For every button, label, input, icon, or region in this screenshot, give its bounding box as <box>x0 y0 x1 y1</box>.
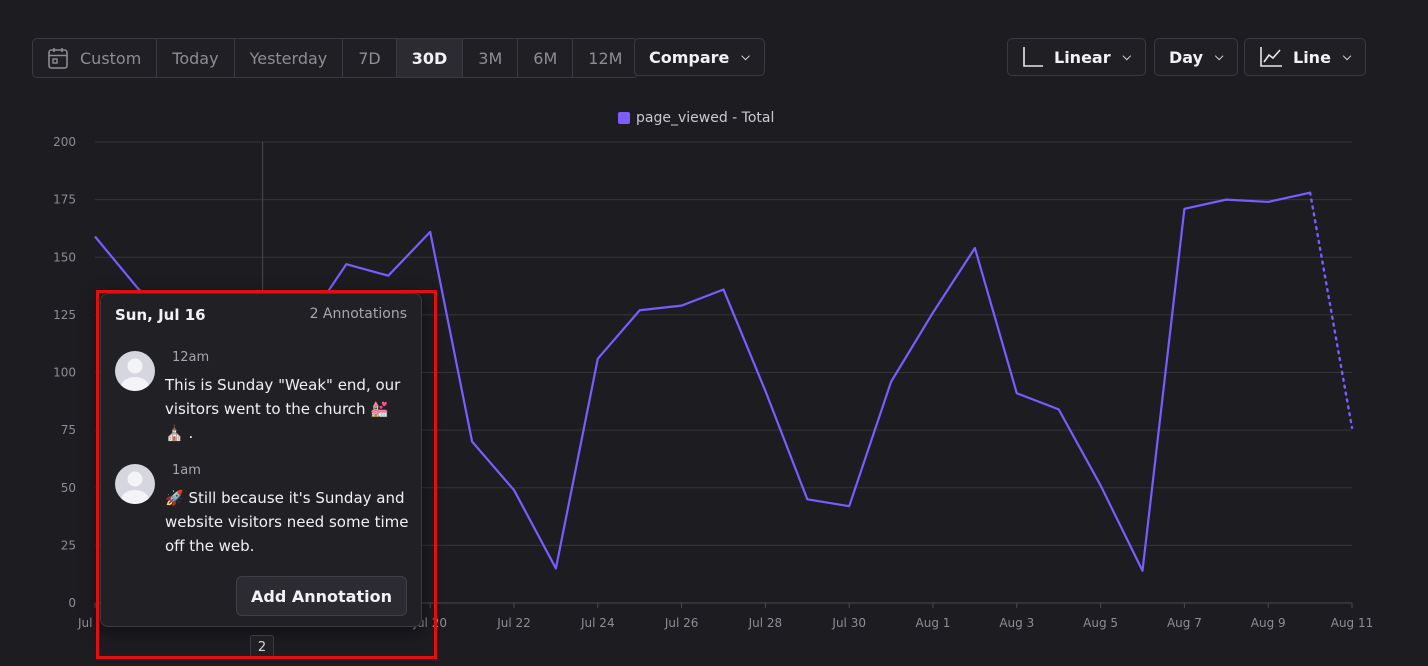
x-tick-label: Aug 5 <box>1083 616 1118 630</box>
legend-swatch <box>618 112 630 124</box>
x-tick-label: Jul 24 <box>580 616 615 630</box>
x-tick-label: Jul 30 <box>831 616 866 630</box>
y-tick-label: 175 <box>53 193 76 207</box>
x-tick-label: Jul 22 <box>496 616 531 630</box>
y-tick-label: 100 <box>53 366 76 380</box>
x-tick-label: Jul 28 <box>748 616 783 630</box>
chart-type-label: Line <box>1293 47 1331 67</box>
range-30d[interactable]: 30D <box>396 39 464 77</box>
highlight-box <box>96 290 437 659</box>
x-tick-label: Aug 9 <box>1251 616 1286 630</box>
date-range-selector: Custom Today Yesterday 7D 30D 3M 6M 12M <box>32 38 639 78</box>
range-12m[interactable]: 12M <box>573 39 637 77</box>
y-tick-label: 125 <box>53 308 76 322</box>
legend-label: page_viewed - Total <box>636 110 775 126</box>
x-tick-label: Aug 7 <box>1167 616 1202 630</box>
line-chart-icon <box>1259 46 1283 68</box>
range-custom[interactable]: Custom <box>33 39 158 77</box>
range-custom-label: Custom <box>80 48 142 68</box>
calendar-icon <box>48 47 68 69</box>
x-tick-label: Aug 1 <box>916 616 951 630</box>
y-tick-label: 150 <box>53 250 76 264</box>
y-tick-label: 200 <box>53 135 76 149</box>
chevron-down-icon: ⌵ <box>741 50 750 63</box>
x-tick-label: Aug 11 <box>1331 616 1374 630</box>
axis-icon <box>1022 46 1044 68</box>
y-tick-label: 50 <box>61 481 76 495</box>
chevron-down-icon: ⌵ <box>1122 50 1131 63</box>
compare-label: Compare <box>649 47 730 67</box>
toolbar: Custom Today Yesterday 7D 30D 3M 6M 12M … <box>32 38 1367 78</box>
y-tick-label: 0 <box>68 596 76 610</box>
range-today[interactable]: Today <box>157 39 235 77</box>
chevron-down-icon: ⌵ <box>1342 50 1352 63</box>
range-6m[interactable]: 6M <box>518 39 574 77</box>
series-line-partial <box>1308 191 1354 430</box>
x-tick-label: Jul <box>77 616 92 630</box>
scale-dropdown[interactable]: Linear ⌵ <box>1007 38 1146 76</box>
interval-dropdown[interactable]: Day ⌵ <box>1154 38 1239 76</box>
scale-label: Linear <box>1054 47 1111 67</box>
y-tick-label: 25 <box>61 538 76 552</box>
compare-button[interactable]: Compare ⌵ <box>634 38 765 76</box>
range-7d[interactable]: 7D <box>343 39 397 77</box>
y-tick-label: 75 <box>61 423 76 437</box>
x-tick-label: Jul 26 <box>664 616 699 630</box>
chart-legend[interactable]: page_viewed - Total <box>618 110 774 126</box>
interval-label: Day <box>1169 47 1204 67</box>
chart-type-dropdown[interactable]: Line ⌵ <box>1244 38 1367 76</box>
range-yesterday[interactable]: Yesterday <box>235 39 344 77</box>
range-3m[interactable]: 3M <box>463 39 519 77</box>
x-tick-label: Aug 3 <box>999 616 1034 630</box>
chevron-down-icon: ⌵ <box>1215 50 1224 63</box>
